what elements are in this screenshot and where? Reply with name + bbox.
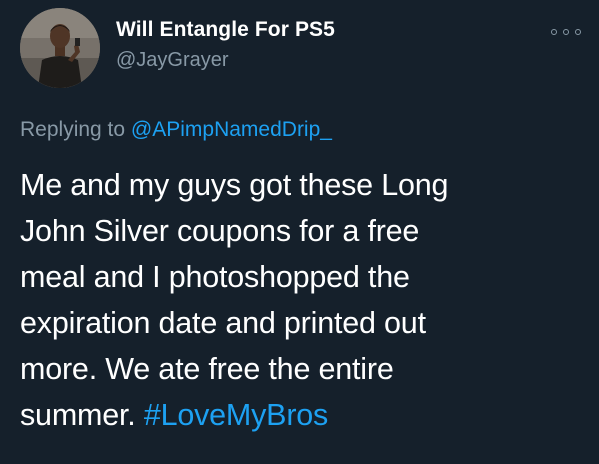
tweet-text-line: John Silver coupons for a free — [20, 214, 420, 248]
tweet-text-last-line: summer. #LoveMyBros — [20, 392, 590, 438]
more-dot — [563, 29, 569, 35]
tweet-text-line: more. We ate free the entire — [20, 352, 394, 386]
tweet-card: Will Entangle For PS5 @JayGrayer Replyin… — [0, 0, 599, 464]
more-dot — [575, 29, 581, 35]
reply-mention-link[interactable]: @APimpNamedDrip_ — [131, 118, 332, 141]
tweet-text-line: expiration date and printed out — [20, 306, 426, 340]
reply-context: Replying to @APimpNamedDrip_ — [20, 115, 332, 145]
author-handle[interactable]: @JayGrayer — [116, 46, 335, 74]
profile-photo — [20, 8, 100, 88]
tweet-text-line: summer. — [20, 398, 144, 432]
tweet-text: Me and my guys got these Long John Silve… — [20, 162, 590, 438]
reply-prefix: Replying to — [20, 118, 131, 141]
avatar[interactable] — [20, 8, 100, 88]
author-display-name[interactable]: Will Entangle For PS5 — [116, 16, 335, 44]
tweet-text-line: Me and my guys got these Long — [20, 168, 449, 202]
more-options-icon[interactable] — [551, 22, 581, 42]
more-dot — [551, 29, 557, 35]
author-info: Will Entangle For PS5 @JayGrayer — [116, 16, 335, 74]
tweet-text-line: meal and I photoshopped the — [20, 260, 410, 294]
hashtag-link[interactable]: #LoveMyBros — [144, 398, 328, 432]
